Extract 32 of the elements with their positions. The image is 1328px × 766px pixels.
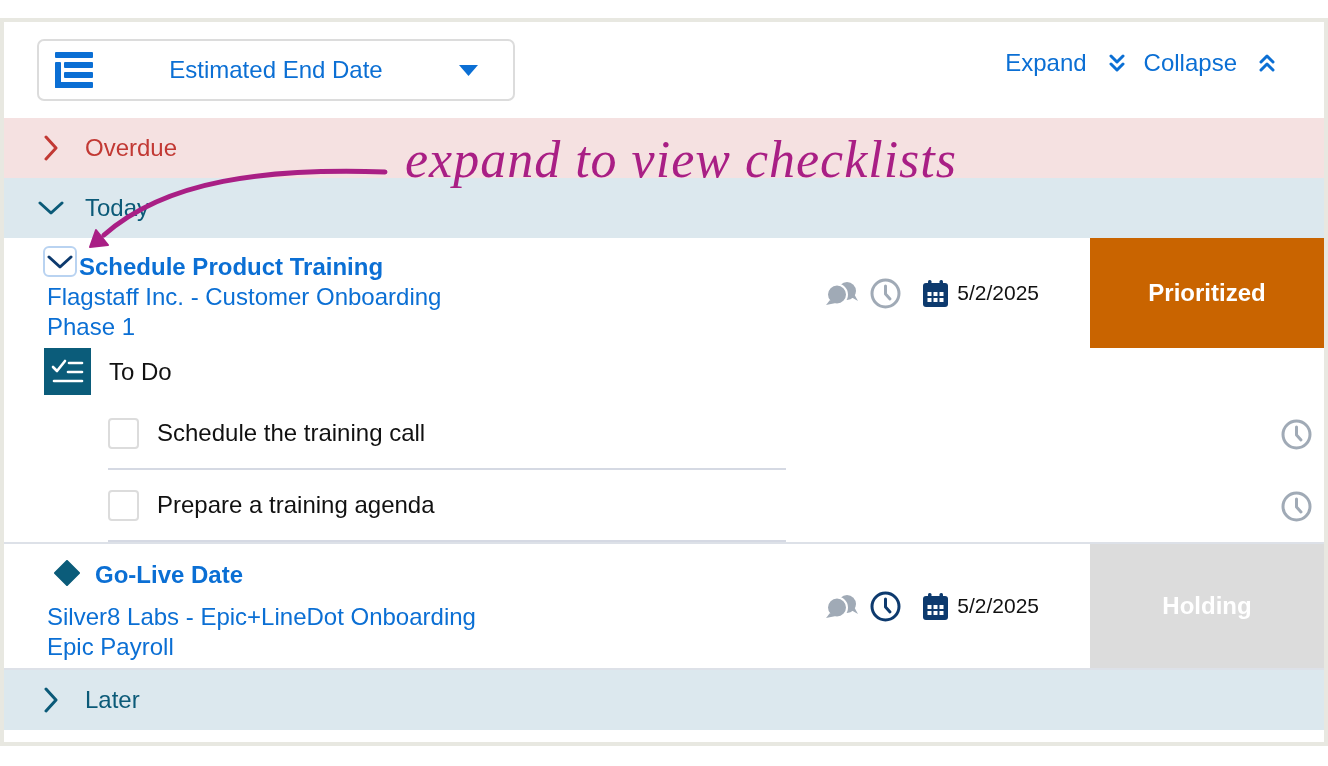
task-title-link[interactable]: Go-Live Date [95,560,244,590]
expand-all-button[interactable]: Expand [1005,48,1125,78]
checkbox[interactable] [108,417,139,449]
double-chevron-up-icon [1259,54,1275,72]
group-header[interactable]: Later [4,670,1324,730]
checklist-title: To Do [109,356,172,387]
phase-link[interactable]: Epic Payroll [47,632,174,662]
chat-bubbles-icon[interactable] [825,281,859,305]
sort-dropdown[interactable]: Estimated End Date [37,39,515,101]
expand-toggle-button[interactable] [43,246,77,277]
status-label: Prioritized [1090,238,1324,348]
calendar-icon [923,279,949,307]
group-label: Overdue [85,133,178,163]
chat-bubbles-icon[interactable] [825,594,859,618]
collapse-all-button[interactable]: Collapse [1143,48,1275,78]
due-date: 5/2/2025 [957,593,1039,620]
task-title-link[interactable]: Schedule Product Training [79,252,384,282]
diamond-icon [54,560,80,586]
list-tree-icon [55,52,93,88]
clock-icon[interactable] [870,590,902,622]
group-label: Later [85,685,140,715]
checklist-icon [44,348,91,395]
calendar-icon [923,592,949,620]
caret-down-icon [459,64,478,76]
checkbox[interactable] [108,489,139,521]
project-link[interactable]: Flagstaff Inc. - Customer Onboarding [47,282,442,312]
checklist-item-label: Schedule the training call [157,418,426,448]
project-link[interactable]: Silver8 Labs - Epic+LineDot Onboarding [47,602,476,632]
double-chevron-down-icon [1108,54,1125,72]
checklist-item-label: Prepare a training agenda [157,490,435,520]
due-date: 5/2/2025 [957,280,1039,307]
phase-link[interactable]: Phase 1 [47,312,136,342]
